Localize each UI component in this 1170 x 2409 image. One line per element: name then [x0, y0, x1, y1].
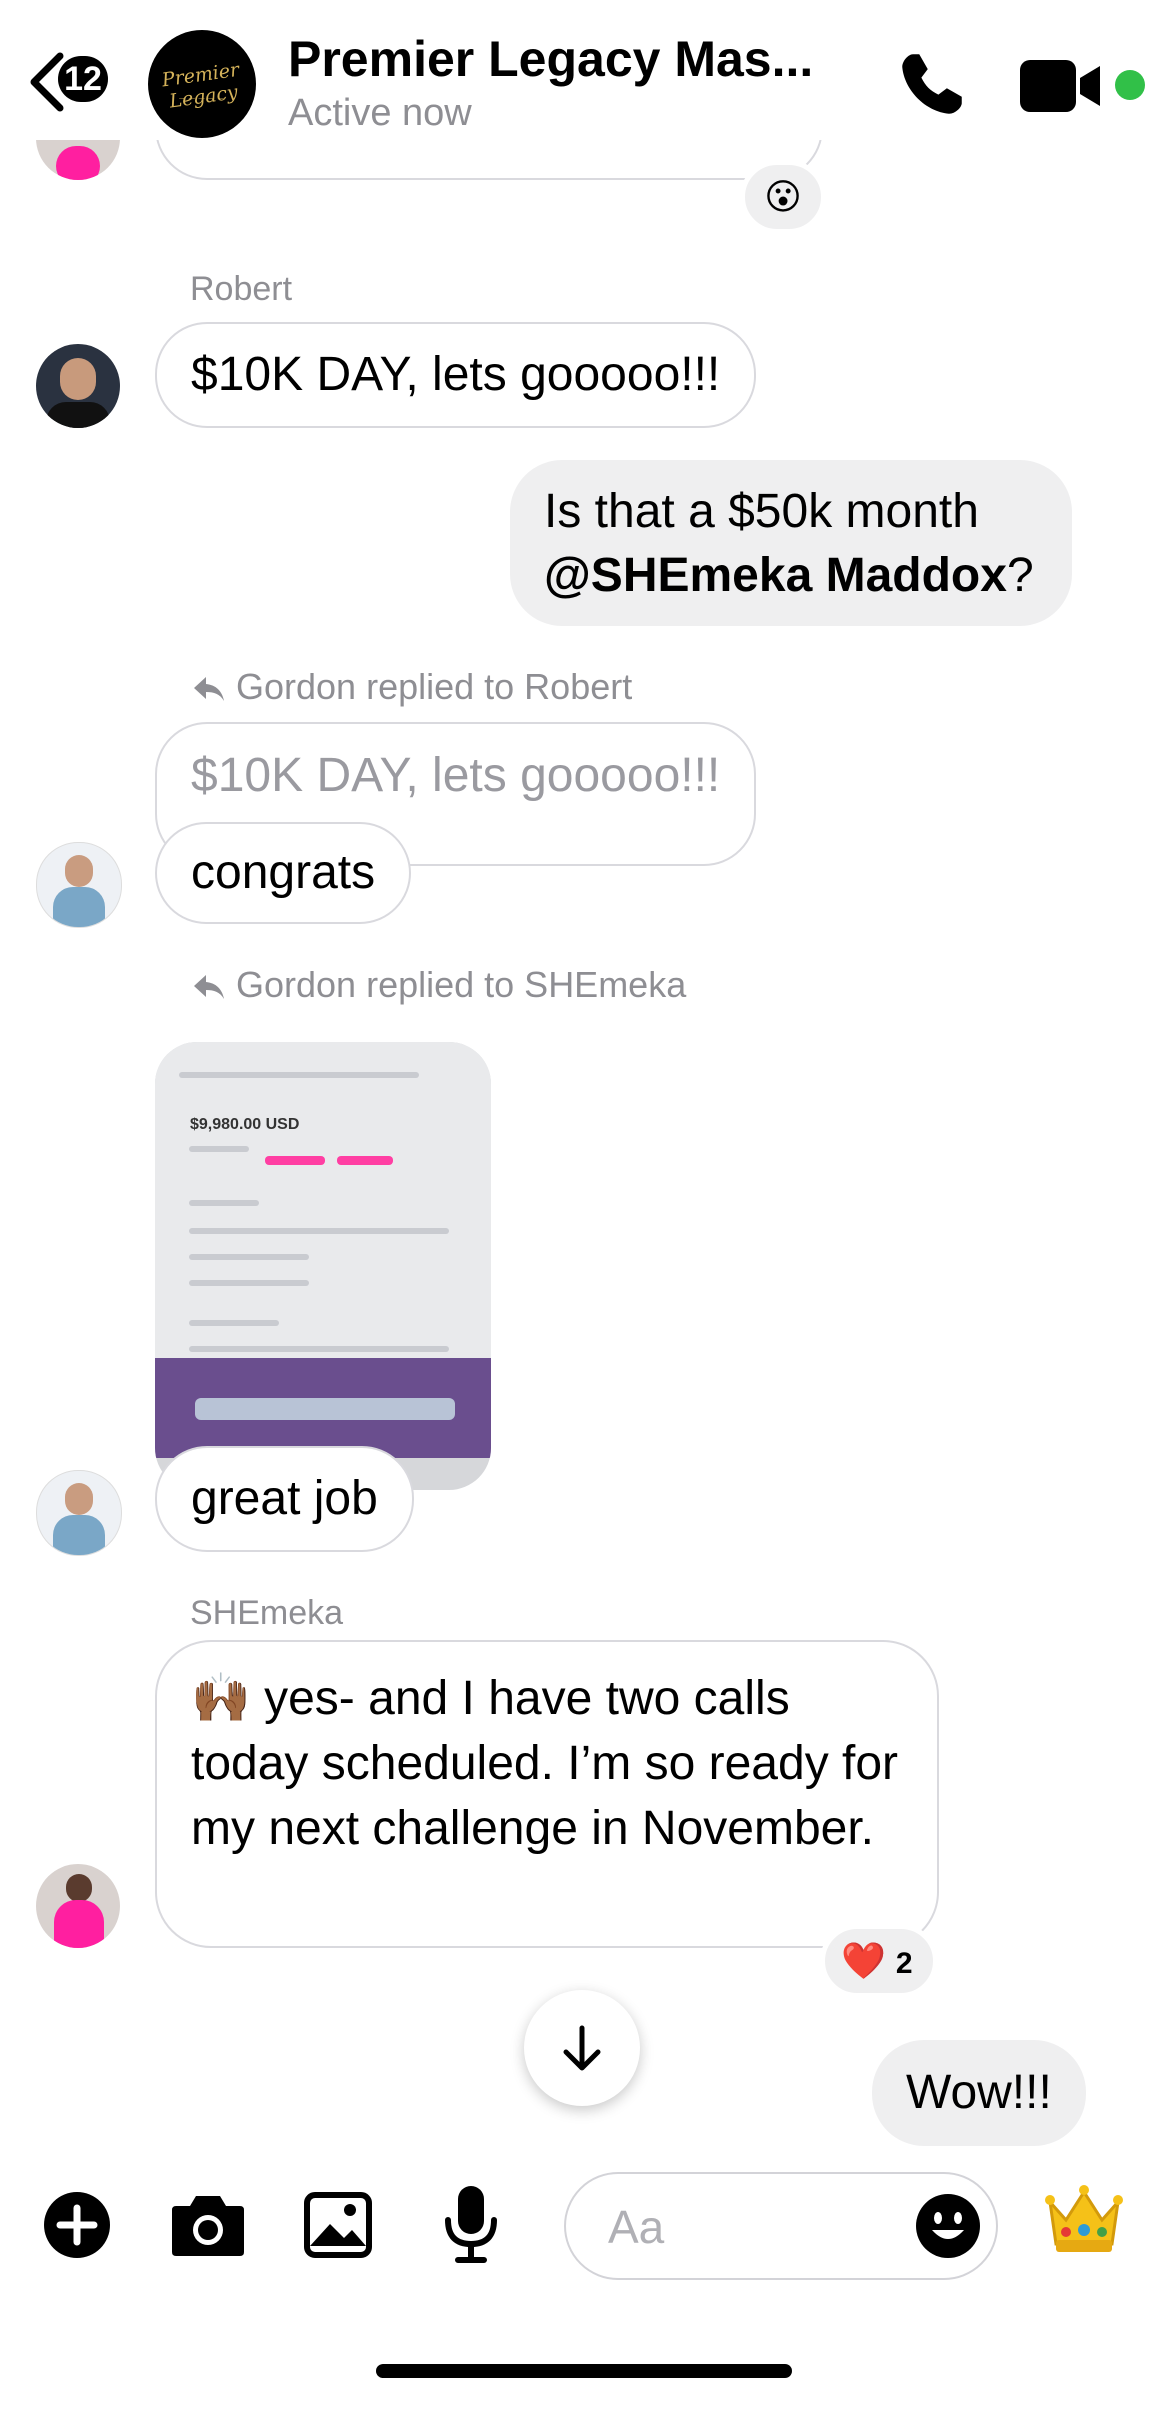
message-bubble[interactable]: great job	[155, 1446, 414, 1552]
group-logo-text: Premier Legacy	[160, 58, 241, 113]
message-text: 🙌🏾 yes- and I have two calls today sched…	[191, 1672, 899, 1855]
group-logo-sub: — — — — —	[179, 96, 225, 102]
camera-icon[interactable]	[170, 2192, 246, 2258]
avatar[interactable]	[36, 1470, 122, 1556]
message-text: Is that a $50k month	[544, 485, 979, 538]
avatar[interactable]	[36, 842, 122, 928]
sender-name: SHEmeka	[190, 1594, 344, 1632]
microphone-icon[interactable]	[442, 2184, 500, 2264]
reply-icon	[194, 677, 224, 701]
plus-circle-icon[interactable]	[42, 2190, 112, 2260]
arrow-down-icon	[563, 2025, 601, 2071]
back-button[interactable]: 12	[26, 44, 126, 114]
home-indicator	[376, 2364, 792, 2378]
group-avatar[interactable]: Premier Legacy — — — — —	[148, 30, 256, 138]
chat-title[interactable]: Premier Legacy Mas...	[288, 30, 813, 88]
message-text: $10K DAY, lets gooooo!!!	[191, 348, 721, 401]
message-bubble-outgoing[interactable]: Wow!!!	[872, 2040, 1086, 2146]
reaction-badge[interactable]: ❤️ 2	[820, 1924, 938, 1998]
reaction-badge[interactable]: 😮	[740, 160, 826, 234]
message-input-field[interactable]	[564, 2172, 998, 2280]
active-status: Active now	[288, 92, 472, 134]
message-text: Wow!!!	[906, 2066, 1052, 2119]
reply-label: Gordon replied to Robert	[192, 666, 632, 708]
crown-emoji-button[interactable]: 👑	[1044, 2180, 1124, 2260]
message-bubble[interactable]: $10K DAY, lets gooooo!!!	[155, 322, 757, 428]
message-bubble[interactable]: congrats	[155, 822, 412, 924]
sender-name: Robert	[190, 270, 293, 308]
scroll-to-bottom-button[interactable]	[524, 1990, 640, 2106]
chat-header: 12 Premier Legacy — — — — — Premier Lega…	[0, 0, 1170, 140]
avatar[interactable]	[36, 1864, 120, 1948]
message-text: ?	[1006, 549, 1034, 602]
mention-link[interactable]: @SHEmeka Maddox	[544, 549, 1007, 602]
smiley-icon[interactable]	[914, 2192, 982, 2260]
phone-icon[interactable]	[898, 50, 966, 118]
reply-label: Gordon replied to SHEmeka	[192, 964, 686, 1006]
heart-reaction-emoji: ❤️	[841, 1940, 886, 1981]
message-text: congrats	[191, 846, 376, 899]
message-text: great job	[191, 1472, 378, 1525]
avatar[interactable]	[36, 344, 120, 428]
reaction-count: 2	[895, 1947, 913, 1980]
reaction-emoji: 😮	[764, 176, 802, 217]
message-bubble-outgoing[interactable]: Is that a $50k month @SHEmeka Maddox?	[510, 460, 1072, 626]
message-input[interactable]	[606, 2196, 910, 2258]
unread-count-badge: 12	[58, 56, 108, 102]
crown-icon	[1045, 2185, 1123, 2252]
reply-icon	[194, 975, 224, 999]
photo-amount-text: $9,980.00 USD	[190, 1116, 300, 1133]
shared-photo[interactable]: $9,980.00 USD	[155, 1042, 491, 1490]
video-camera-icon[interactable]	[1020, 60, 1102, 112]
quoted-text: $10K DAY, lets gooooo!!!	[191, 749, 721, 802]
online-indicator	[1115, 70, 1145, 100]
image-icon[interactable]	[304, 2192, 372, 2258]
message-bubble[interactable]: 🙌🏾 yes- and I have two calls today sched…	[155, 1640, 939, 1948]
